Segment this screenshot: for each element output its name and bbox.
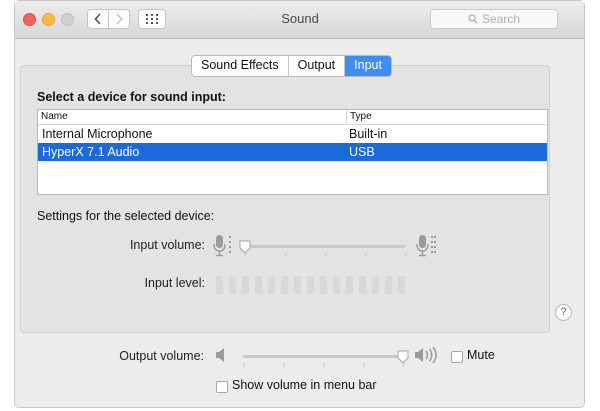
column-header-type[interactable]: Type [346, 110, 372, 124]
output-volume-track[interactable] [243, 355, 403, 358]
device-type: Built-in [349, 127, 388, 141]
level-bar [216, 276, 223, 294]
tab-output[interactable]: Output [289, 56, 346, 76]
slider-tick [365, 253, 366, 257]
output-volume-knob[interactable] [397, 350, 409, 364]
tab-sound-effects[interactable]: Sound Effects [192, 56, 289, 76]
slider-tick [363, 363, 364, 367]
show-volume-in-menu-bar-checkbox[interactable] [216, 381, 228, 393]
level-bar [359, 276, 366, 294]
slider-tick [323, 363, 324, 367]
device-list-heading: Select a device for sound input: [37, 90, 226, 104]
microphone-high-icon [416, 235, 436, 257]
level-bar [333, 276, 340, 294]
show-volume-in-menu-bar-label: Show volume in menu bar [232, 378, 377, 392]
level-bar [385, 276, 392, 294]
device-name: HyperX 7.1 Audio [42, 145, 140, 159]
search-placeholder: Search [481, 12, 521, 26]
level-bar [281, 276, 288, 294]
tab-input[interactable]: Input [345, 56, 391, 76]
level-bar [320, 276, 327, 294]
slider-tick [285, 253, 286, 257]
search-icon [468, 14, 478, 24]
level-bar [242, 276, 249, 294]
table-row[interactable]: Internal Microphone Built-in [38, 125, 547, 143]
input-volume-label: Input volume: [129, 238, 205, 252]
level-bar [229, 276, 236, 294]
speaker-low-icon [216, 348, 224, 362]
mute-label: Mute [467, 348, 495, 362]
mute-checkbox[interactable] [451, 351, 463, 363]
microphone-low-icon [213, 235, 231, 257]
slider-tick [405, 253, 406, 257]
settings-heading: Settings for the selected device: [37, 209, 215, 223]
level-bar [268, 276, 275, 294]
slider-tick [283, 363, 284, 367]
help-button[interactable]: ? [555, 304, 572, 321]
level-bar [398, 276, 405, 294]
input-volume-track[interactable] [245, 245, 405, 248]
device-name: Internal Microphone [42, 127, 153, 141]
output-volume-label: Output volume: [119, 349, 204, 363]
search-field[interactable]: Search [430, 9, 558, 29]
level-bar [346, 276, 353, 294]
column-header-name[interactable]: Name [41, 110, 68, 124]
speaker-high-icon [415, 346, 437, 364]
slider-tick [325, 253, 326, 257]
input-level-label: Input level: [144, 276, 205, 290]
table-header: Name Type [38, 110, 547, 125]
input-device-table[interactable]: Name Type Internal Microphone Built-in H… [37, 109, 548, 195]
tab-bar: Sound Effects Output Input [191, 55, 392, 77]
level-bar [307, 276, 314, 294]
input-level-meter [216, 276, 411, 294]
level-bar [372, 276, 379, 294]
level-bar [255, 276, 262, 294]
level-bar [294, 276, 301, 294]
table-row[interactable]: HyperX 7.1 Audio USB [38, 143, 547, 161]
input-volume-knob[interactable] [239, 240, 251, 254]
slider-tick [243, 363, 244, 367]
device-type: USB [349, 145, 375, 159]
